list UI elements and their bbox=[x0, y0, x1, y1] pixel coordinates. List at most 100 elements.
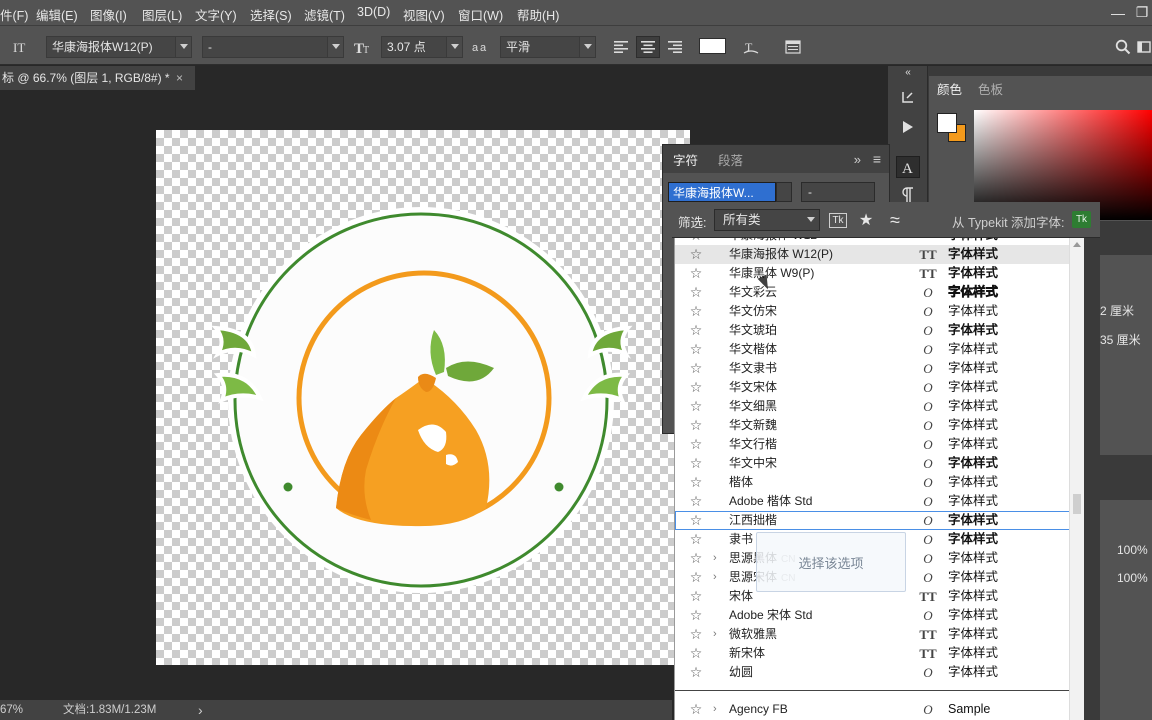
list-scrollbar[interactable] bbox=[1069, 238, 1084, 720]
font-row[interactable]: ☆ 华文中宋 O 字体样式 bbox=[675, 454, 1084, 473]
align-center-icon[interactable] bbox=[636, 36, 660, 58]
font-row[interactable]: ☆ › 微软雅黑 TT 字体样式 bbox=[675, 625, 1084, 644]
font-family-select[interactable]: 华康海报体W12(P) bbox=[46, 36, 192, 58]
align-left-icon[interactable] bbox=[610, 36, 632, 58]
tab-character[interactable]: 字符 bbox=[673, 150, 698, 169]
menu-item-0[interactable]: 件(F) bbox=[0, 5, 36, 24]
font-row[interactable]: ☆ 华文隶书 O 字体样式 bbox=[675, 359, 1084, 378]
collapse-arrows-icon[interactable]: « bbox=[896, 66, 920, 78]
font-family-field[interactable]: 华康海报体W... bbox=[668, 182, 776, 202]
text-orientation-icon[interactable]: IT bbox=[8, 36, 32, 58]
favorite-star-icon[interactable]: ☆ bbox=[688, 397, 704, 416]
leading-value[interactable]: 35 厘米 bbox=[1100, 331, 1141, 348]
favorite-star-icon[interactable]: ☆ bbox=[688, 245, 704, 264]
text-color-swatch[interactable] bbox=[699, 38, 726, 54]
favorite-star-icon[interactable]: ☆ bbox=[688, 435, 704, 454]
typekit-filter-icon[interactable]: Tk bbox=[828, 209, 848, 231]
font-row[interactable]: ☆ 江西拙楷 O 字体样式 bbox=[675, 511, 1084, 530]
font-row[interactable]: ☆ Adobe 楷体 Std O 字体样式 bbox=[675, 492, 1084, 511]
favorite-star-icon[interactable]: ☆ bbox=[688, 283, 704, 302]
favorite-star-icon[interactable]: ☆ bbox=[688, 416, 704, 435]
font-row[interactable]: ☆ 华文琥珀 O 字体样式 bbox=[675, 321, 1084, 340]
favorite-star-icon[interactable]: ☆ bbox=[688, 378, 704, 397]
restore-icon[interactable]: ❐ bbox=[1132, 0, 1152, 25]
font-row-bottom[interactable]: ☆ › Agency FB O Sample bbox=[675, 700, 1084, 719]
favorite-star-icon[interactable]: ☆ bbox=[688, 473, 704, 492]
favorite-star-icon[interactable]: ☆ bbox=[688, 264, 704, 283]
similar-fonts-icon[interactable]: ≈ bbox=[885, 209, 905, 231]
panel-expand-icon[interactable]: » bbox=[854, 152, 861, 167]
menu-item-5[interactable]: 选择(S) bbox=[250, 5, 300, 24]
favorite-star-icon[interactable]: ☆ bbox=[688, 454, 704, 473]
font-row[interactable]: ☆ 华康海报体 W12(P) TT 字体样式 bbox=[675, 245, 1084, 264]
favorite-star-icon[interactable]: ☆ bbox=[688, 340, 704, 359]
canvas-document[interactable] bbox=[156, 130, 690, 665]
status-menu-arrow[interactable]: › bbox=[198, 700, 203, 720]
menu-item-10[interactable]: 帮助(H) bbox=[517, 5, 567, 24]
expand-chevron-icon[interactable]: › bbox=[713, 700, 723, 719]
font-row[interactable]: ☆ 新宋体 TT 字体样式 bbox=[675, 644, 1084, 663]
font-style-select[interactable]: - bbox=[202, 36, 344, 58]
character-panel-toggle-icon[interactable] bbox=[782, 36, 804, 58]
favorites-star-icon[interactable]: ★ bbox=[856, 209, 876, 231]
typekit-add-button[interactable]: Tk bbox=[1072, 211, 1091, 228]
favorite-star-icon[interactable]: ☆ bbox=[688, 302, 704, 321]
expand-chevron-icon[interactable]: › bbox=[713, 625, 723, 644]
actions-play-icon[interactable] bbox=[896, 116, 920, 138]
favorite-star-icon[interactable]: ☆ bbox=[688, 359, 704, 378]
tracking-value[interactable]: 2 厘米 bbox=[1100, 302, 1134, 319]
menu-item-1[interactable]: 编辑(E) bbox=[36, 5, 86, 24]
close-icon[interactable]: × bbox=[176, 66, 183, 90]
panel-menu-icon[interactable]: ≡ bbox=[873, 151, 881, 167]
font-dropdown-list[interactable]: ☆ 华康海报体 W12 字体样式 ☆ 华康海报体 W12(P) TT 字体样式 ☆ 华康黑体 W… bbox=[674, 238, 1084, 720]
font-row[interactable]: ☆ 华文楷体 O 字体样式 bbox=[675, 340, 1084, 359]
font-row[interactable]: ☆ 楷体 O 字体样式 bbox=[675, 473, 1084, 492]
favorite-star-icon[interactable]: ☆ bbox=[688, 568, 704, 587]
font-row[interactable]: ☆ 华文行楷 O 字体样式 bbox=[675, 435, 1084, 454]
foreground-color-swatch[interactable] bbox=[937, 113, 957, 133]
favorite-star-icon[interactable]: ☆ bbox=[688, 549, 704, 568]
search-icon[interactable] bbox=[1112, 36, 1134, 58]
fill-value[interactable]: 100% bbox=[1117, 571, 1148, 585]
font-row[interactable]: ☆ 华文彩云 O 字体样式 bbox=[675, 283, 1084, 302]
document-tab[interactable]: 标 @ 66.7% (图层 1, RGB/8#) * × bbox=[0, 66, 195, 90]
menu-item-7[interactable]: 3D(D) bbox=[357, 5, 398, 19]
expand-chevron-icon[interactable]: › bbox=[713, 549, 723, 568]
favorite-star-icon[interactable]: ☆ bbox=[688, 511, 704, 530]
warp-text-icon[interactable]: T bbox=[740, 36, 762, 58]
expand-chevron-icon[interactable]: › bbox=[713, 568, 723, 587]
antialias-select[interactable]: 平滑 bbox=[500, 36, 596, 58]
font-class-filter-select[interactable]: 所有类 bbox=[714, 209, 820, 231]
favorite-star-icon[interactable]: ☆ bbox=[688, 238, 704, 245]
font-style-field[interactable]: - bbox=[801, 182, 875, 202]
favorite-star-icon[interactable]: ☆ bbox=[688, 606, 704, 625]
font-row[interactable]: ☆ Adobe 宋体 Std O 字体样式 bbox=[675, 606, 1084, 625]
tab-paragraph[interactable]: 段落 bbox=[718, 150, 743, 169]
font-row-partial[interactable]: ☆ 华康海报体 W12 字体样式 bbox=[675, 238, 1084, 245]
favorite-star-icon[interactable]: ☆ bbox=[688, 321, 704, 340]
font-row[interactable]: ☆ 幼圆 O 字体样式 bbox=[675, 663, 1084, 682]
opacity-value[interactable]: 100% bbox=[1117, 543, 1148, 557]
menu-item-2[interactable]: 图像(I) bbox=[90, 5, 135, 24]
font-row[interactable]: ☆ 华文仿宋 O 字体样式 bbox=[675, 302, 1084, 321]
favorite-star-icon[interactable]: ☆ bbox=[688, 700, 704, 719]
menu-item-9[interactable]: 窗口(W) bbox=[458, 5, 511, 24]
favorite-star-icon[interactable]: ☆ bbox=[688, 625, 704, 644]
font-row[interactable]: ☆ 华文宋体 O 字体样式 bbox=[675, 378, 1084, 397]
font-row[interactable]: ☆ 华康黑体 W9(P) TT 字体样式 bbox=[675, 264, 1084, 283]
tab-swatches[interactable]: 色板 bbox=[978, 79, 1003, 98]
favorite-star-icon[interactable]: ☆ bbox=[688, 587, 704, 606]
font-size-select[interactable]: 3.07 点 bbox=[381, 36, 463, 58]
workspace-icon[interactable] bbox=[1136, 36, 1152, 58]
chevron-down-icon[interactable] bbox=[776, 182, 792, 202]
favorite-star-icon[interactable]: ☆ bbox=[688, 530, 704, 549]
favorite-star-icon[interactable]: ☆ bbox=[688, 644, 704, 663]
menu-item-8[interactable]: 视图(V) bbox=[403, 5, 453, 24]
character-panel-icon[interactable]: A bbox=[896, 156, 920, 178]
minimize-icon[interactable]: — bbox=[1108, 0, 1128, 25]
font-row[interactable]: ☆ 华文新魏 O 字体样式 bbox=[675, 416, 1084, 435]
menu-item-4[interactable]: 文字(Y) bbox=[195, 5, 245, 24]
scroll-up-icon[interactable] bbox=[1073, 242, 1081, 247]
menu-item-3[interactable]: 图层(L) bbox=[142, 5, 190, 24]
favorite-star-icon[interactable]: ☆ bbox=[688, 492, 704, 511]
